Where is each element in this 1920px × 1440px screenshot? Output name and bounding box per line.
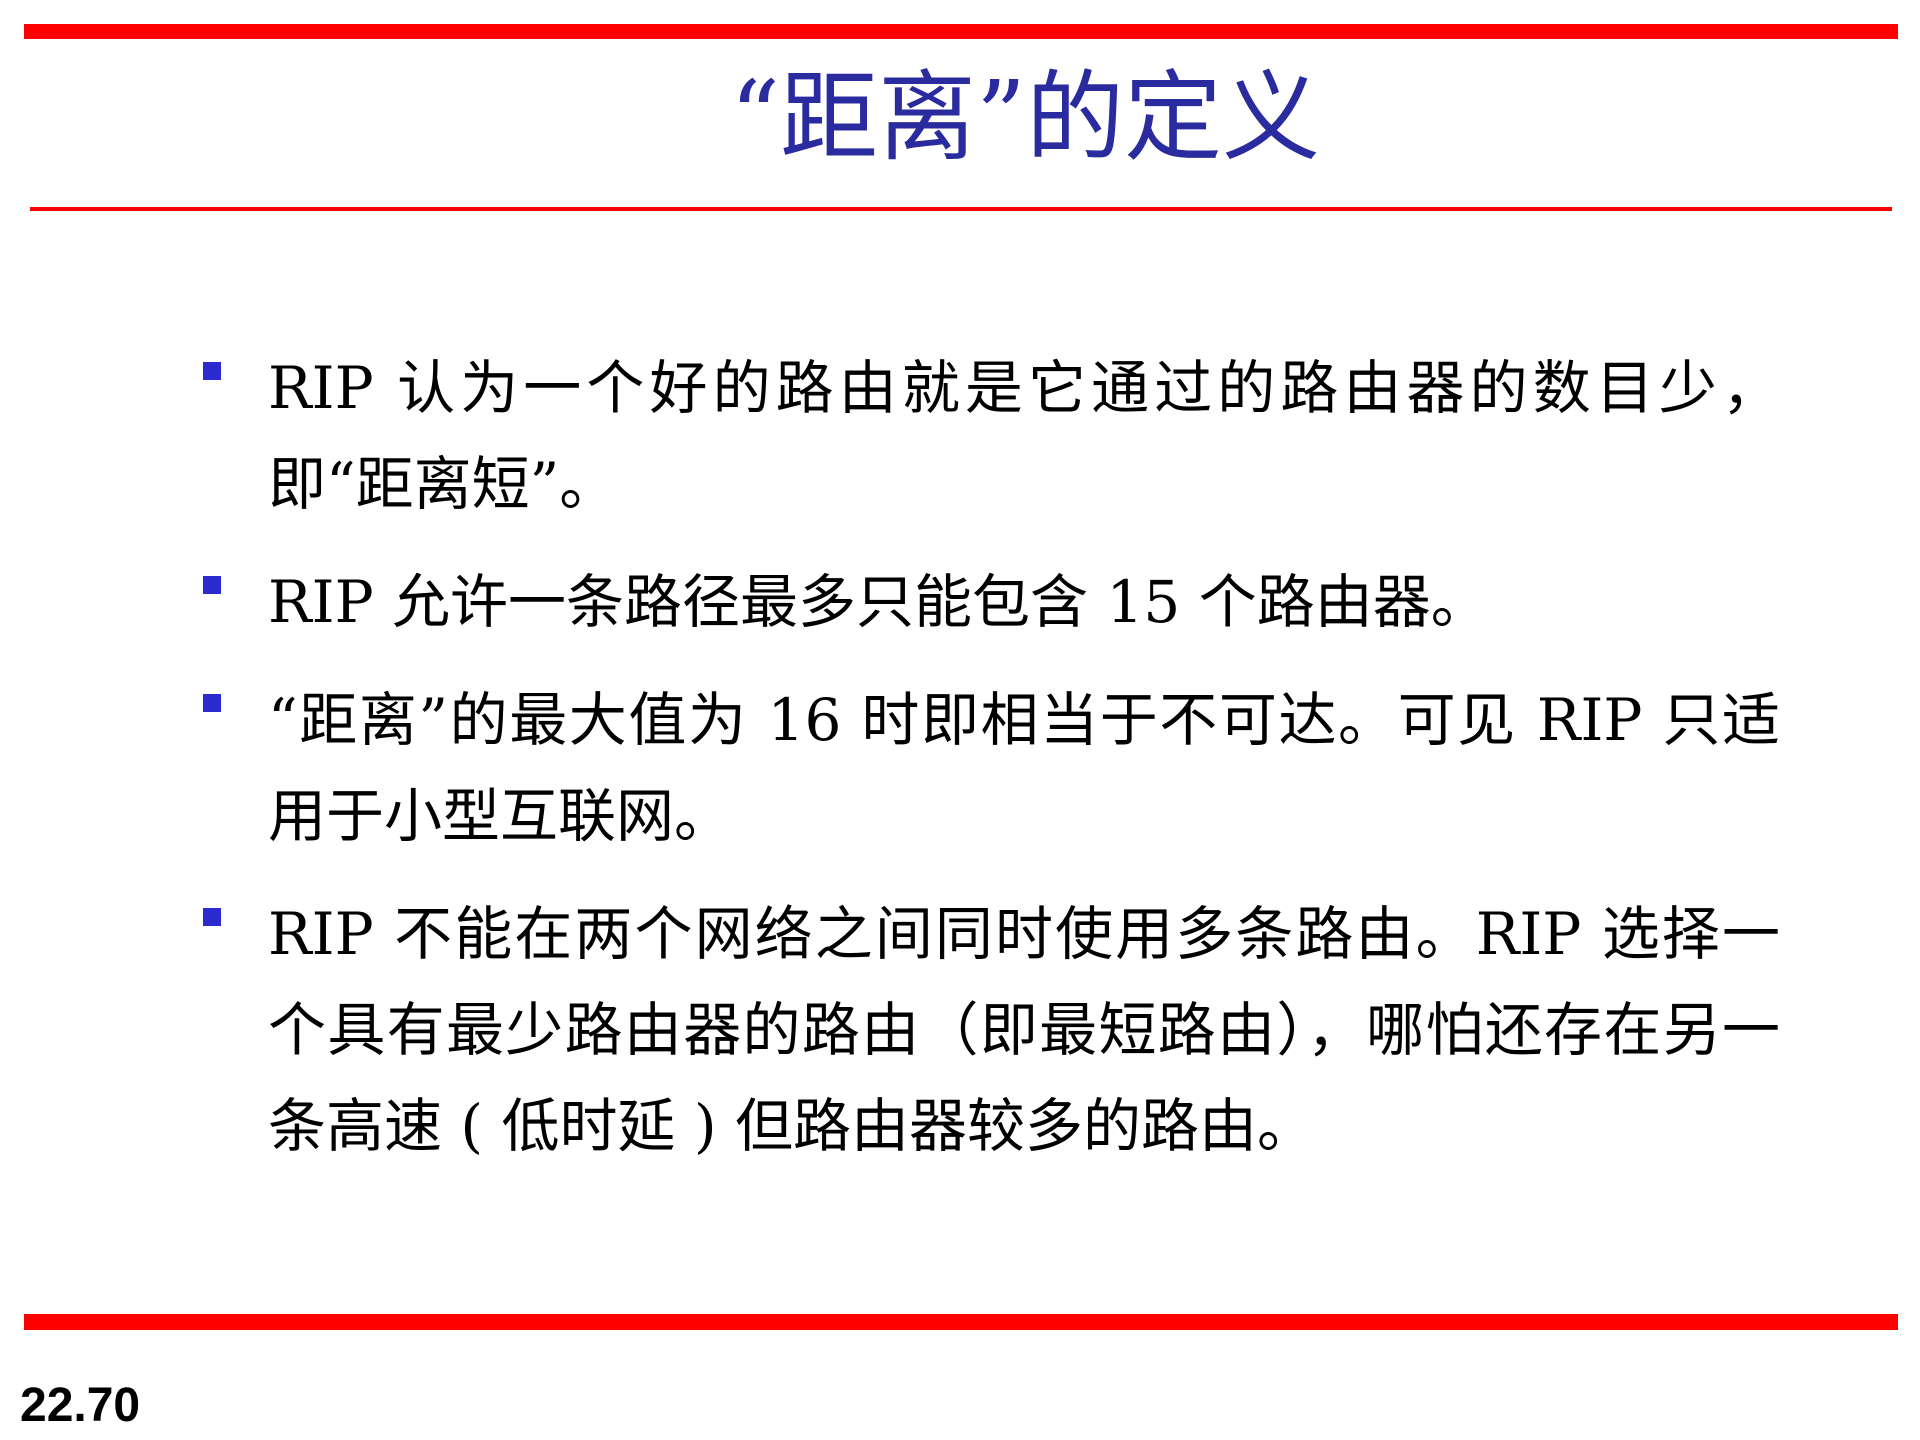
list-item: RIP 允许一条路径最多只能包含 15 个路由器。 [200,554,1780,650]
bullet-text: RIP 允许一条路径最多只能包含 15 个路由器。 [268,568,1489,636]
list-item: “距离”的最大值为 16 时即相当于不可达。可见 RIP 只适用于小型互联网。 [200,672,1780,864]
square-bullet-icon [203,908,221,926]
bullet-list: RIP 认为一个好的路由就是它通过的路由器的数目少，即“距离短”。 RIP 允许… [200,340,1780,1196]
square-bullet-icon [203,362,221,380]
bullet-text: RIP 认为一个好的路由就是它通过的路由器的数目少，即“距离短”。 [268,354,1780,518]
top-divider [24,24,1898,39]
page-number: 22.70 [20,1379,141,1432]
bullet-text: “距离”的最大值为 16 时即相当于不可达。可见 RIP 只适用于小型互联网。 [268,686,1780,850]
slide: “距离”的定义 RIP 认为一个好的路由就是它通过的路由器的数目少，即“距离短”… [0,0,1920,1440]
square-bullet-icon [203,576,221,594]
title-divider [30,207,1892,211]
square-bullet-icon [203,694,221,712]
list-item: RIP 认为一个好的路由就是它通过的路由器的数目少，即“距离短”。 [200,340,1780,532]
slide-title: “距离”的定义 [729,61,1321,175]
bottom-divider [24,1314,1898,1330]
list-item: RIP 不能在两个网络之间同时使用多条路由。RIP 选择一个具有最少路由器的路由… [200,886,1780,1174]
bullet-text: RIP 不能在两个网络之间同时使用多条路由。RIP 选择一个具有最少路由器的路由… [268,900,1780,1160]
